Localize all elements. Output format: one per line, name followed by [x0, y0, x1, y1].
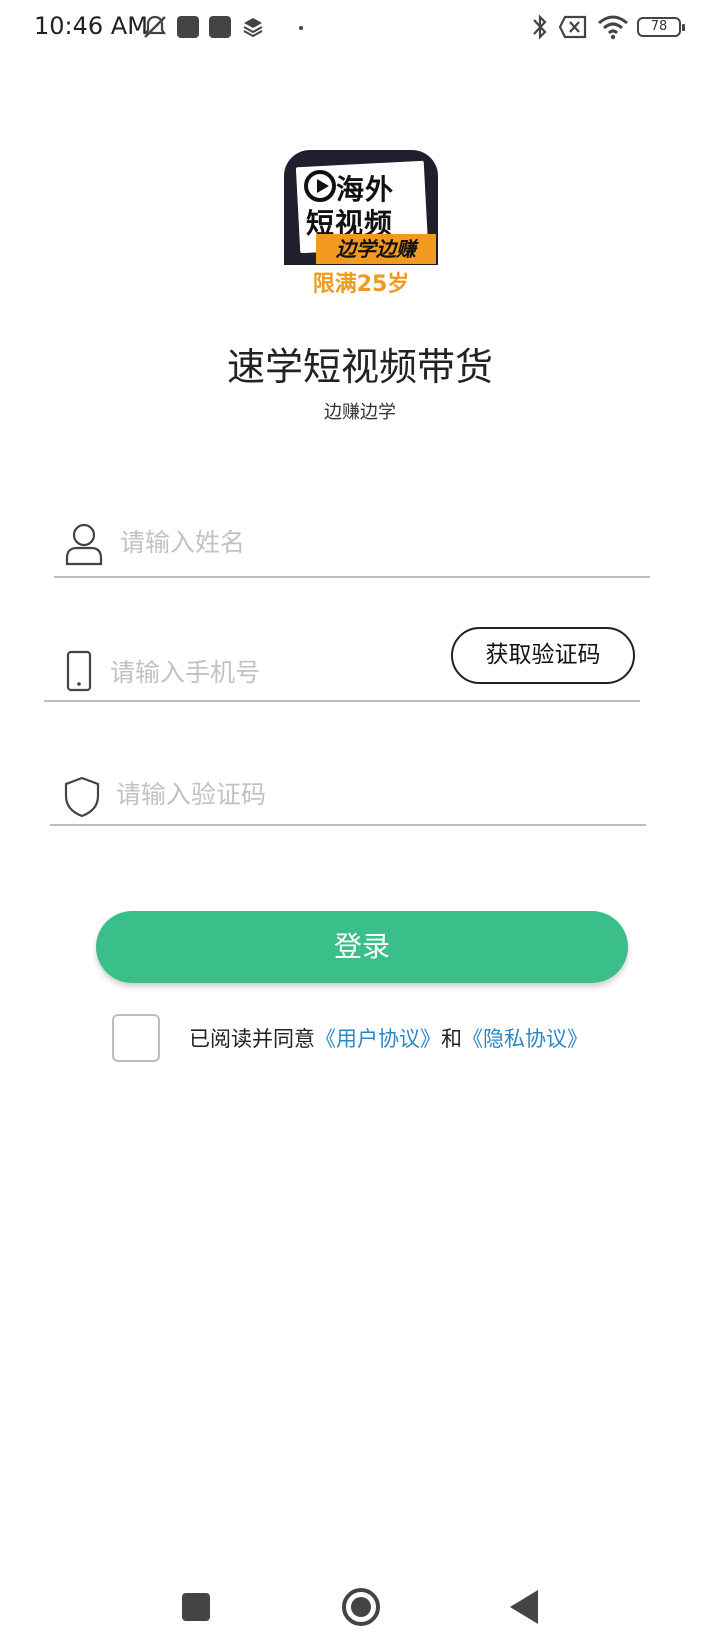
- login-button[interactable]: 登录: [96, 911, 628, 983]
- bluetooth-icon: [533, 14, 547, 40]
- layers-icon: [243, 18, 263, 38]
- notification-icon: [177, 16, 199, 38]
- app-logo: 海外 短视频 边学边赚 限满25岁: [284, 150, 438, 300]
- home-button[interactable]: [342, 1588, 380, 1626]
- phone-input[interactable]: [110, 652, 430, 692]
- code-input[interactable]: [116, 774, 616, 814]
- name-field: [54, 500, 650, 578]
- notification-icon: [209, 16, 231, 38]
- agreement-prefix: 已阅读并同意: [189, 1027, 315, 1051]
- logo-background: 海外 短视频 边学边赚: [284, 150, 438, 265]
- back-button[interactable]: [510, 1590, 538, 1624]
- play-icon: [304, 170, 336, 202]
- user-agreement-link[interactable]: 《用户协议》: [315, 1027, 441, 1051]
- battery-icon: 78: [637, 17, 685, 37]
- privacy-agreement-link[interactable]: 《隐私协议》: [462, 1027, 588, 1051]
- agreement-text: 已阅读并同意《用户协议》和《隐私协议》: [189, 1023, 588, 1053]
- status-bar: 10:46 AM 78: [0, 0, 720, 56]
- agreement-conjunction: 和: [441, 1027, 462, 1051]
- app-title: 速学短视频带货: [226, 345, 493, 389]
- no-sim-icon: [559, 15, 587, 39]
- wifi-icon: [598, 15, 628, 40]
- phone-icon: [66, 650, 92, 692]
- agree-checkbox[interactable]: [112, 1014, 160, 1062]
- shield-icon: [64, 776, 100, 818]
- code-field: [50, 760, 646, 826]
- user-icon: [65, 523, 103, 566]
- name-input[interactable]: [120, 522, 620, 562]
- mute-icon: [143, 15, 167, 38]
- recent-apps-button[interactable]: [182, 1593, 210, 1621]
- get-code-button[interactable]: 获取验证码: [451, 627, 635, 684]
- login-screen: 10:46 AM 78 海外 短视频 边学边赚 限满25岁 速学短视频带货 边赚…: [0, 0, 720, 1650]
- logo-age-note: 限满25岁: [312, 272, 410, 297]
- status-time: 10:46 AM: [34, 12, 148, 40]
- app-subtitle: 边赚边学: [324, 402, 396, 423]
- battery-level: 78: [650, 19, 668, 34]
- logo-band: 边学边赚: [316, 234, 436, 264]
- dot-icon: [299, 26, 303, 30]
